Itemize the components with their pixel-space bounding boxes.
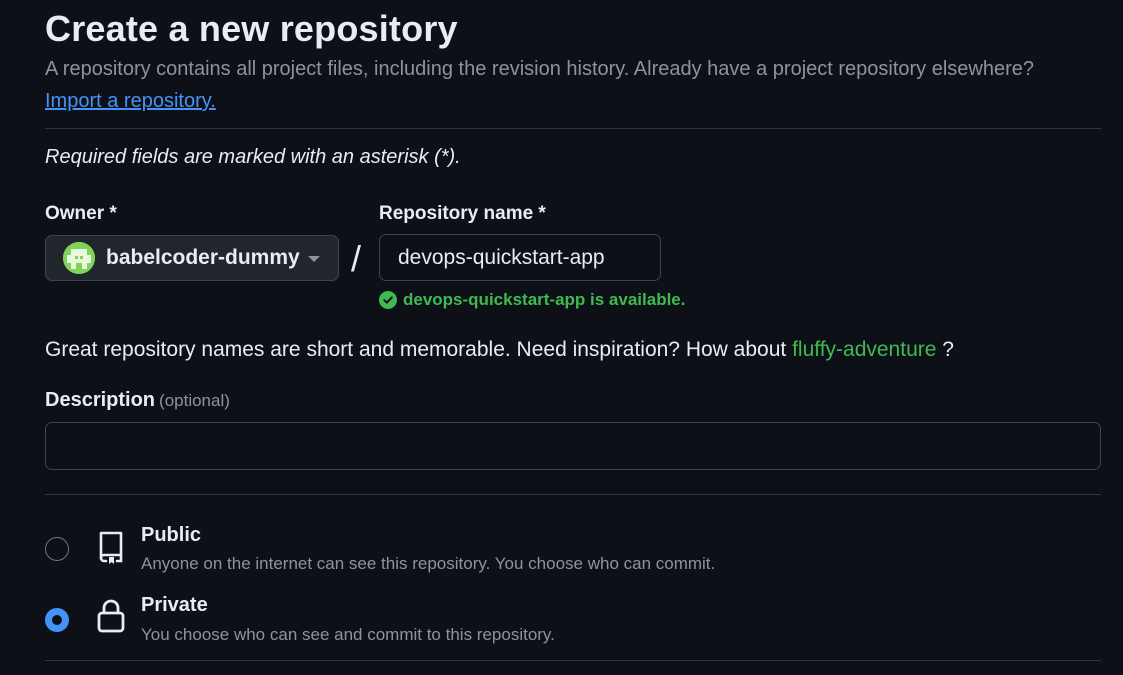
divider — [45, 494, 1101, 495]
visibility-public-title: Public — [141, 524, 202, 546]
availability-message: devops-quickstart-app is available. — [379, 290, 685, 310]
repository-name-input[interactable] — [379, 234, 661, 281]
visibility-private-radio[interactable] — [45, 608, 69, 632]
page-title: Create a new repository — [45, 8, 458, 49]
divider — [45, 128, 1101, 129]
divider — [45, 660, 1101, 661]
avatar-icon — [63, 242, 95, 274]
visibility-private-title: Private — [141, 594, 208, 616]
description-label: Description (optional) — [45, 389, 230, 412]
repository-name-label: Repository name * — [379, 203, 546, 224]
owner-name: babelcoder-dummy — [106, 246, 300, 269]
availability-text: devops-quickstart-app is available. — [403, 290, 686, 309]
name-suggestion: Great repository names are short and mem… — [45, 338, 954, 362]
import-repository-link[interactable]: Import a repository. — [45, 90, 216, 113]
suggestion-text: Great repository names are short and mem… — [45, 338, 787, 361]
description-label-text: Description — [45, 389, 156, 411]
visibility-private-description: You choose who can see and commit to thi… — [141, 625, 555, 644]
description-input[interactable] — [45, 422, 1101, 470]
visibility-public-description: Anyone on the internet can see this repo… — [141, 554, 716, 573]
repo-icon — [99, 531, 123, 564]
lock-icon — [97, 599, 125, 633]
page-subtitle: A repository contains all project files,… — [45, 58, 1035, 80]
suggestion-suffix: ? — [942, 338, 954, 361]
chevron-down-icon — [308, 256, 320, 262]
required-fields-note: Required fields are marked with an aster… — [45, 146, 461, 168]
suggested-name-link[interactable]: fluffy-adventure — [792, 338, 936, 361]
owner-repo-separator: / — [351, 238, 362, 279]
visibility-public-radio[interactable] — [45, 537, 69, 561]
description-optional-hint: (optional) — [159, 391, 230, 410]
owner-label: Owner * — [45, 203, 117, 224]
owner-dropdown[interactable]: babelcoder-dummy — [45, 235, 339, 281]
check-circle-icon — [379, 291, 397, 309]
